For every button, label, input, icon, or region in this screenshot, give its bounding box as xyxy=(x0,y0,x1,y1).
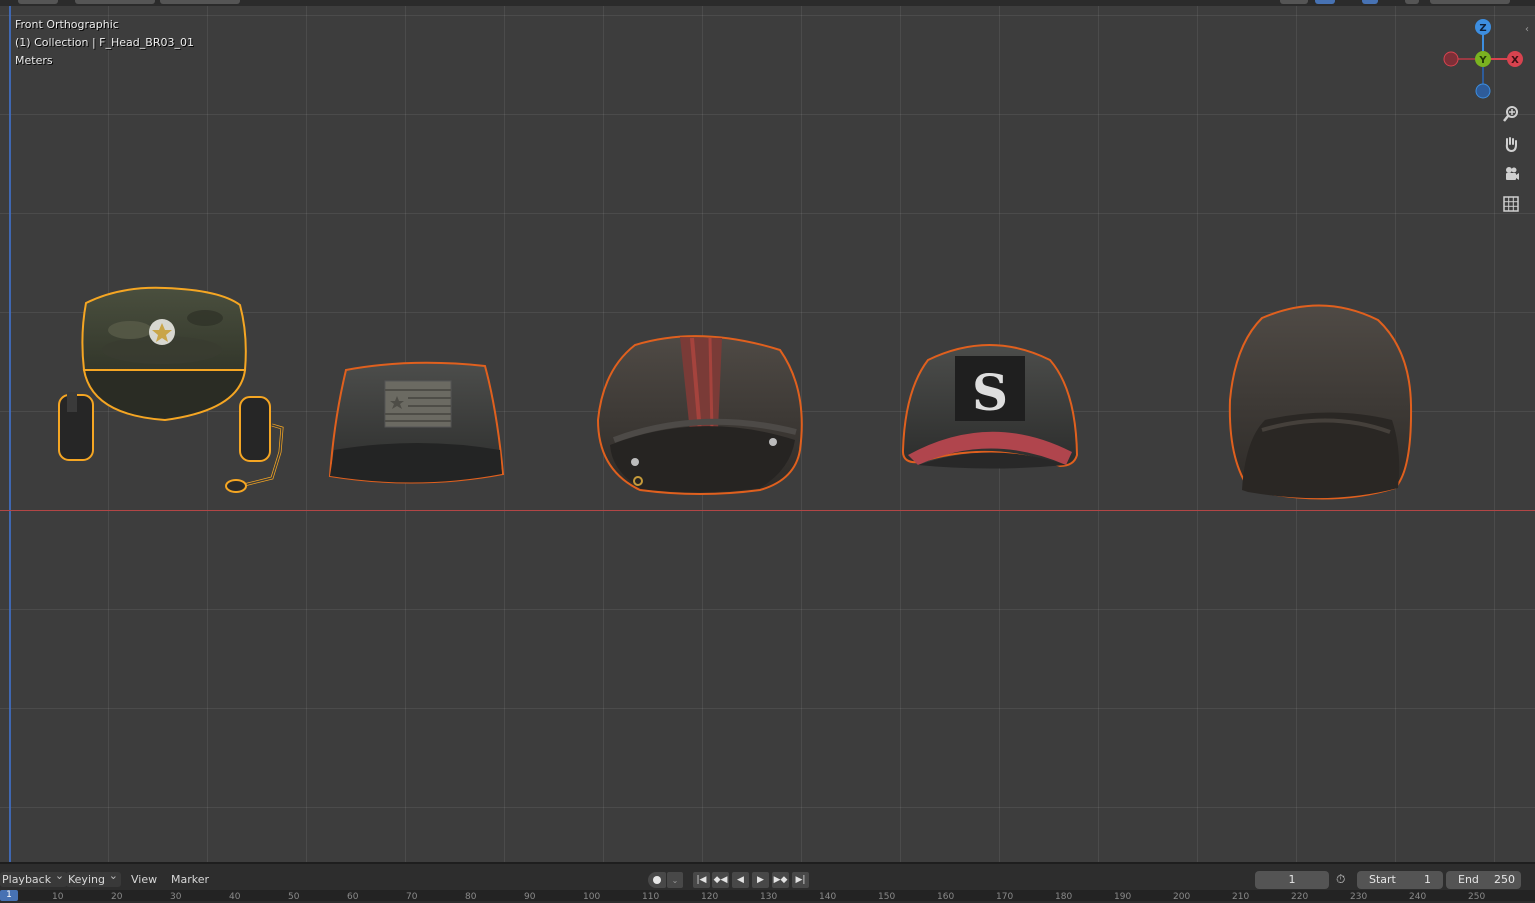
ruler-tick: 30 xyxy=(170,892,182,901)
ruler-tick: 130 xyxy=(760,892,778,901)
keying-menu[interactable]: Keying xyxy=(66,869,121,887)
end-value: 250 xyxy=(1494,873,1515,886)
ruler-tick: 70 xyxy=(406,892,418,901)
ruler-tick: 150 xyxy=(878,892,896,901)
ruler-tick: 180 xyxy=(1055,892,1073,901)
jump-to-start-icon[interactable]: |◀ xyxy=(693,872,710,888)
ruler-tick: 20 xyxy=(111,892,123,901)
ruler-tick: 60 xyxy=(347,892,359,901)
record-button[interactable] xyxy=(648,872,666,888)
ruler-tick: 90 xyxy=(524,892,536,901)
ruler-tick: 240 xyxy=(1409,892,1427,901)
ruler-tick: 200 xyxy=(1173,892,1191,901)
y-axis-label: Y xyxy=(1478,55,1487,66)
hand-pan-icon[interactable] xyxy=(1500,133,1522,155)
ruler-tick: 250 xyxy=(1468,892,1486,901)
flag-patrol-cap[interactable] xyxy=(328,361,505,484)
ruler-tick: 50 xyxy=(288,892,300,901)
ruler-tick: 80 xyxy=(465,892,477,901)
start-value: 1 xyxy=(1424,873,1431,886)
ruler-tick: 190 xyxy=(1114,892,1132,901)
ruler-tick: 140 xyxy=(819,892,837,901)
ruler-tick: 230 xyxy=(1350,892,1368,901)
striped-flat-cap[interactable] xyxy=(596,335,803,495)
ruler-tick: 120 xyxy=(701,892,719,901)
ruler-tick: 10 xyxy=(52,892,64,901)
z-axis-label: Z xyxy=(1479,23,1486,34)
ruler-tick: 100 xyxy=(583,892,601,901)
play-icon[interactable]: ▶ xyxy=(752,872,769,888)
military-cap-with-headset[interactable] xyxy=(58,286,284,493)
zoom-icon[interactable] xyxy=(1500,103,1522,125)
s-logo-baseball-cap[interactable]: S xyxy=(901,344,1079,469)
end-label: End xyxy=(1458,873,1479,886)
x-axis-label: X xyxy=(1511,55,1519,66)
ruler-tick: 160 xyxy=(937,892,955,901)
neg-z-axis-handle[interactable] xyxy=(1475,83,1491,99)
current-frame-field[interactable]: 1 xyxy=(1255,871,1329,889)
ruler-tick: 170 xyxy=(996,892,1014,901)
playhead[interactable]: 1 xyxy=(0,890,18,901)
collapse-arrow-icon[interactable]: ‹ xyxy=(1525,24,1529,35)
prev-keyframe-icon[interactable]: ◆◀ xyxy=(712,872,729,888)
playback-menu[interactable]: Playback xyxy=(0,869,68,887)
neg-x-axis-handle[interactable] xyxy=(1443,51,1459,67)
scene-objects[interactable]: S xyxy=(0,0,1535,862)
view-menu[interactable]: View xyxy=(128,872,160,887)
next-keyframe-icon[interactable]: ▶◆ xyxy=(772,872,789,888)
timeline-ruler[interactable]: 1 10 20 30 40 50 60 70 80 90 100 110 120 130 140 150 16… xyxy=(0,890,1535,901)
start-label: Start xyxy=(1369,873,1396,886)
camera-icon[interactable] xyxy=(1500,163,1522,185)
ruler-tick: 110 xyxy=(642,892,660,901)
grid-icon[interactable] xyxy=(1500,193,1522,215)
ruler-tick: 220 xyxy=(1291,892,1309,901)
play-reverse-icon[interactable]: ◀ xyxy=(732,872,749,888)
end-frame-field[interactable]: End 250 xyxy=(1446,871,1521,889)
ruler-tick: 210 xyxy=(1232,892,1250,901)
record-options-icon[interactable]: ⌄ xyxy=(667,872,683,888)
ruler-tick: 40 xyxy=(229,892,241,901)
3d-viewport[interactable]: Front Orthographic (1) Collection | F_He… xyxy=(0,0,1535,862)
s-logo-text: S xyxy=(972,363,1008,422)
stopwatch-icon[interactable]: ⏱ xyxy=(1336,872,1354,888)
marker-menu[interactable]: Marker xyxy=(168,872,212,887)
beanie[interactable] xyxy=(1228,304,1413,500)
start-frame-field[interactable]: Start 1 xyxy=(1357,871,1443,889)
navigation-gizmo[interactable]: Z X Y xyxy=(1440,18,1530,103)
jump-to-end-icon[interactable]: ▶| xyxy=(792,872,809,888)
